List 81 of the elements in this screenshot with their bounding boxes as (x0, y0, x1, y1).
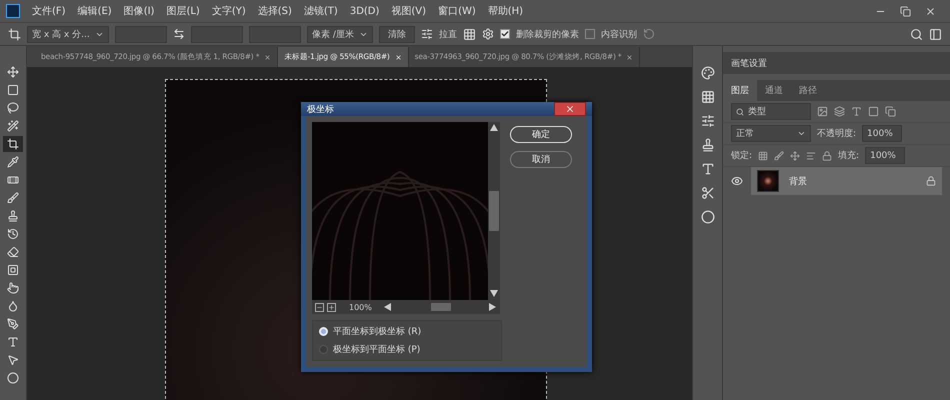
palette-icon[interactable] (700, 66, 714, 80)
search-icon (736, 108, 744, 116)
radio-label: 极坐标到平面坐标 (P) (333, 344, 420, 356)
brush-icon[interactable] (774, 150, 784, 160)
image-filter-icon[interactable] (817, 106, 828, 117)
preset-dropdown[interactable]: 宽 x 高 x 分... (27, 26, 109, 42)
up-arrow-icon[interactable] (490, 124, 498, 132)
panel-tab[interactable]: 图层 (723, 80, 757, 101)
layer-thumbnail (757, 170, 779, 192)
resolution-field[interactable] (249, 26, 301, 42)
scissors-icon[interactable] (700, 186, 714, 200)
close-icon[interactable] (264, 54, 272, 60)
zoom-dropdown[interactable]: 100% (339, 302, 381, 312)
menu-item[interactable]: 图层(L) (166, 4, 200, 18)
circle-icon[interactable] (700, 210, 714, 224)
type-icon[interactable] (700, 162, 714, 176)
close-icon[interactable] (626, 54, 634, 60)
checkbox[interactable] (585, 29, 595, 39)
ok-button[interactable]: 确定 (510, 126, 572, 143)
layer-item[interactable]: 背景 (751, 167, 942, 195)
menu-item[interactable]: 图像(I) (124, 4, 154, 18)
search-icon[interactable] (910, 28, 923, 40)
eye-icon[interactable] (731, 175, 743, 187)
shape-filter-icon[interactable] (868, 106, 879, 117)
radio-label: 平面坐标到极坐标 (R) (333, 326, 422, 338)
blend-dropdown[interactable]: 正常 (731, 125, 811, 142)
scroll-thumb[interactable] (489, 191, 499, 231)
move-icon[interactable] (790, 150, 800, 160)
fill-field[interactable]: 100% (865, 147, 906, 164)
grid-icon[interactable] (700, 90, 714, 104)
clear-button[interactable]: 清除 (379, 26, 415, 42)
restore-icon[interactable] (900, 6, 911, 16)
width-field[interactable] (115, 26, 167, 42)
sliders-icon[interactable] (700, 114, 714, 128)
app-logo-icon (6, 4, 20, 18)
lock-label: 锁定: (731, 150, 752, 162)
menu-item[interactable]: 窗口(W) (438, 4, 476, 18)
crop-icon[interactable] (8, 28, 21, 40)
layer-name: 背景 (789, 176, 808, 188)
menu-item[interactable]: 帮助(H) (488, 4, 524, 18)
checkbox-label: 内容识别 (601, 28, 637, 40)
plus-icon (328, 304, 335, 310)
opacity-field[interactable]: 100% (862, 125, 902, 142)
grid-icon[interactable] (463, 28, 476, 40)
menu-item[interactable]: 3D(D) (350, 6, 380, 16)
height-field[interactable] (191, 26, 243, 42)
close-button[interactable] (554, 102, 586, 116)
zoom-out-button[interactable] (315, 302, 324, 312)
opacity-label: 不透明度: (817, 128, 856, 140)
menu-item[interactable]: 选择(S) (258, 4, 292, 18)
right-arrow-icon[interactable] (489, 303, 497, 311)
stamp-icon[interactable] (700, 138, 714, 152)
filter-dropdown[interactable]: 类型 (731, 103, 811, 120)
menu-item[interactable]: 视图(V) (391, 4, 426, 18)
menu-item[interactable]: 滤镜(T) (304, 4, 338, 18)
straighten-button[interactable]: 拉直 (439, 28, 457, 40)
cancel-button[interactable]: 取消 (510, 151, 572, 168)
down-arrow-icon[interactable] (490, 290, 498, 298)
zoom-in-button[interactable] (327, 302, 336, 312)
workspace-icon[interactable] (929, 28, 942, 40)
scroll-thumb[interactable] (430, 303, 450, 311)
left-arrow-icon[interactable] (384, 303, 392, 311)
chevron-down-icon (797, 129, 806, 138)
fill-label: 填充: (838, 150, 860, 162)
crop-icon[interactable] (3, 136, 23, 152)
radio-button[interactable] (319, 345, 328, 354)
unit-dropdown[interactable]: 像素 /厘米 (307, 26, 373, 42)
panel-tab[interactable]: 画笔设置 (731, 56, 767, 70)
dialog-title: 极坐标 (307, 104, 334, 116)
lock-icon (926, 176, 936, 186)
menu-item[interactable]: 文件(F) (32, 4, 66, 18)
menu-item[interactable]: 编辑(E) (78, 4, 112, 18)
close-icon[interactable] (925, 6, 936, 16)
checkbox[interactable] (500, 29, 510, 39)
checkbox-label: 删除裁剪的像素 (516, 28, 579, 40)
swap-icon[interactable] (173, 28, 185, 40)
type-filter-icon[interactable] (851, 106, 862, 117)
settings-icon[interactable] (482, 28, 494, 40)
lock-icon[interactable] (822, 150, 832, 160)
menu-item[interactable]: 文字(Y) (212, 4, 246, 18)
close-icon (565, 104, 575, 114)
